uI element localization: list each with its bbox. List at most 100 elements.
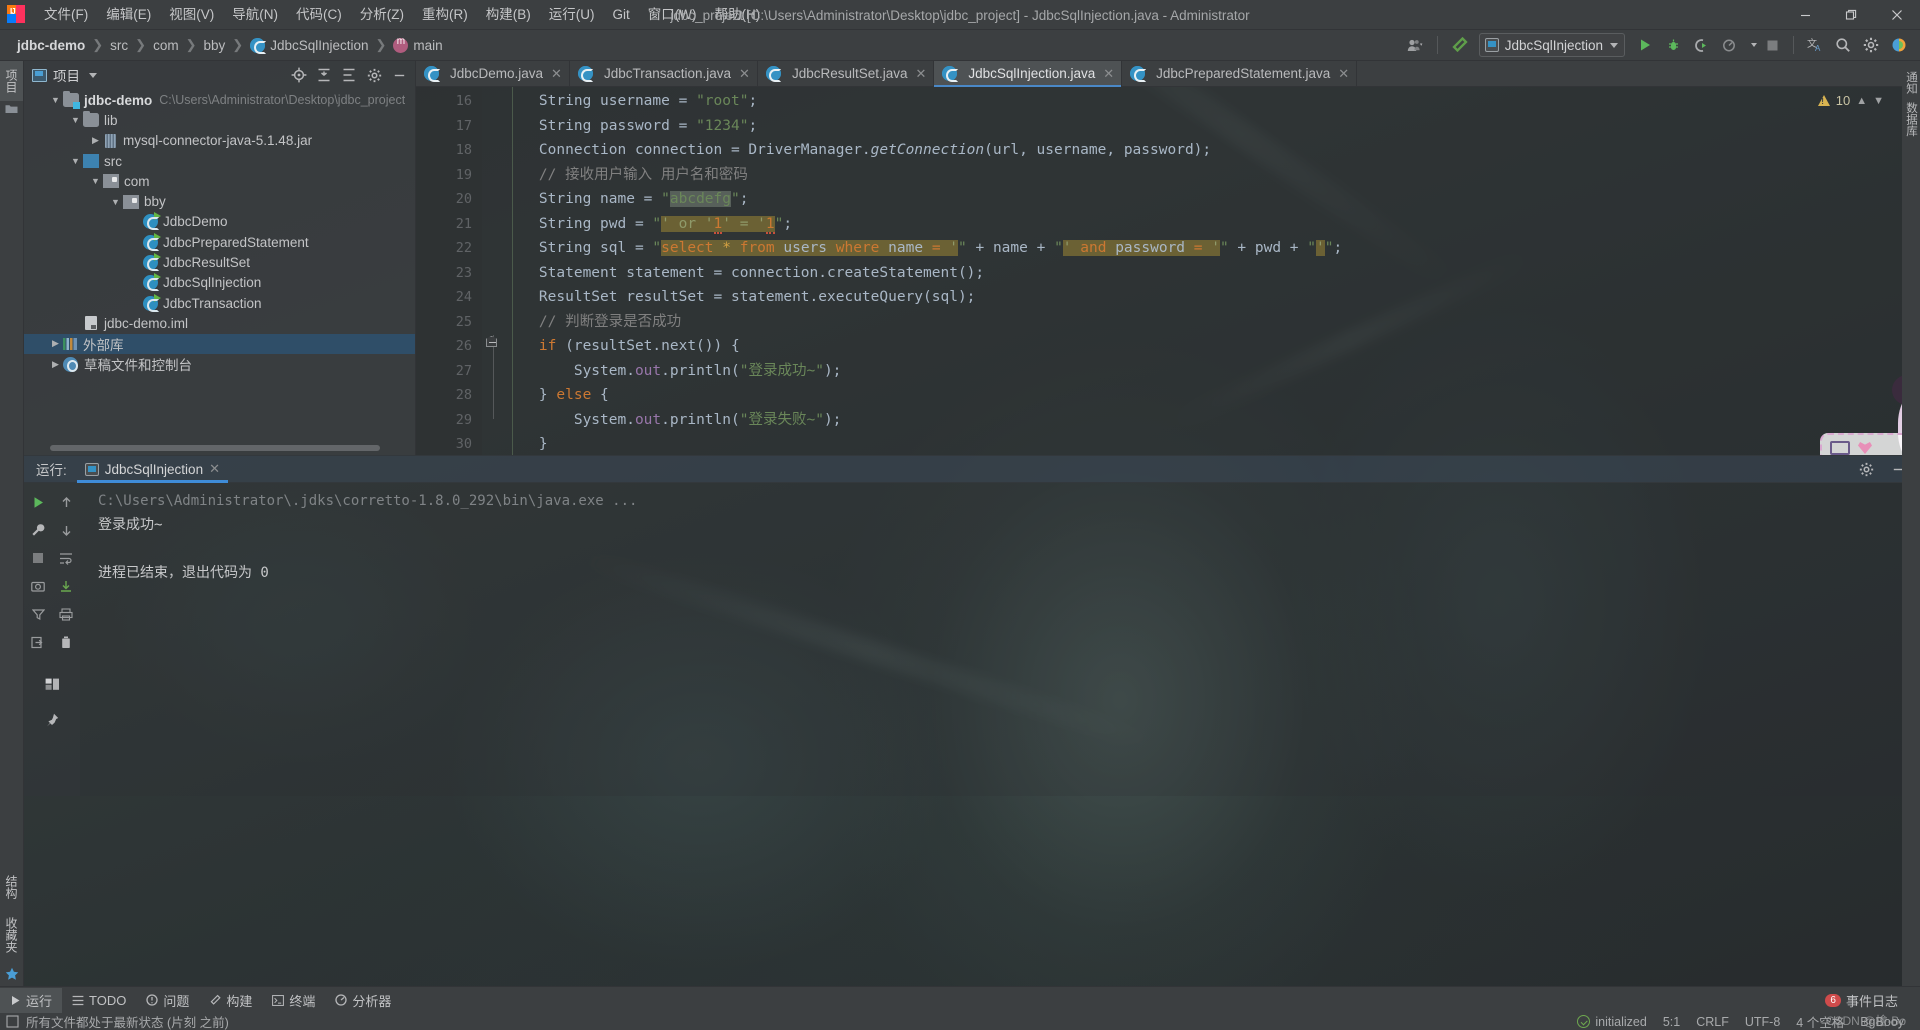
scroll-to-end-icon[interactable] [53, 573, 79, 599]
tree-item-external-libraries[interactable]: ▶ 外部库 [24, 333, 415, 354]
tree-item-jdbcresultset[interactable]: JdbcResultSet [24, 252, 415, 272]
soft-wrap-icon[interactable] [53, 545, 79, 571]
breadcrumb-item-method[interactable]: main [388, 36, 447, 55]
editor-gutter[interactable]: 16 17 18 19 20 21 22 23 24 25 26 27 28 2… [416, 87, 482, 455]
tree-item-jdbc-demo[interactable]: ▼ jdbc-demo C:\Users\Administrator\Deskt… [24, 90, 415, 110]
breadcrumb-item-class[interactable]: JdbcSqlInjection [245, 36, 373, 55]
editor-code[interactable]: String username = "root"; String passwor… [504, 87, 1920, 455]
account-button[interactable] [1403, 33, 1429, 57]
sidebar-item-notifications[interactable]: 通知 [1903, 67, 1919, 98]
tree-item-jdbcdemo[interactable]: JdbcDemo [24, 212, 415, 232]
bottom-tab-todo[interactable]: TODO [62, 990, 136, 1011]
menu-analyze[interactable]: 分析(Z) [351, 3, 413, 27]
chevron-down-icon[interactable]: ▼ [1873, 95, 1884, 107]
wrench-icon[interactable] [25, 517, 51, 543]
chevron-right-icon[interactable]: ▶ [48, 359, 63, 370]
run-tab-jdbcsqlinjection[interactable]: JdbcSqlInjection ✕ [76, 455, 229, 483]
menu-run[interactable]: 运行(U) [540, 3, 604, 27]
tree-item-jdbcsqlinjection[interactable]: JdbcSqlInjection [24, 273, 415, 293]
chevron-right-icon[interactable]: ▶ [88, 135, 103, 146]
updates-button[interactable] [1886, 33, 1912, 57]
project-panel-title[interactable]: 项目 [32, 65, 97, 85]
chevron-down-icon[interactable]: ▼ [48, 95, 63, 105]
vcs-status[interactable]: initialized [1577, 1015, 1647, 1029]
camera-icon[interactable] [25, 573, 51, 599]
file-encoding[interactable]: UTF-8 [1745, 1015, 1780, 1029]
sidebar-item-project[interactable]: 项目 [0, 61, 23, 101]
breadcrumb-item-com[interactable]: com [148, 36, 184, 55]
gear-icon[interactable] [1854, 458, 1878, 480]
stop-icon[interactable] [25, 545, 51, 571]
breadcrumb-item-project[interactable]: jdbc-demo [12, 36, 90, 55]
bottom-tab-run[interactable]: 运行 [0, 987, 63, 1013]
tree-item-jdbctransaction[interactable]: JdbcTransaction [24, 293, 415, 313]
print-icon[interactable] [53, 601, 79, 627]
stop-button[interactable] [1759, 33, 1785, 57]
locate-icon[interactable] [287, 64, 311, 86]
tree-item-bby[interactable]: ▼ bby [24, 191, 415, 211]
run-with-coverage-button[interactable] [1688, 33, 1714, 57]
chevron-up-icon[interactable]: ▲ [1856, 95, 1867, 107]
chevron-down-icon[interactable]: ▼ [108, 197, 123, 207]
tree-item-jdbcpreparedstatement[interactable]: JdbcPreparedStatement [24, 232, 415, 252]
console-output[interactable]: C:\Users\Administrator\.jdks\corretto-1.… [80, 483, 1920, 796]
editor-fold-column[interactable] [482, 87, 504, 455]
line-separator[interactable]: CRLF [1696, 1015, 1729, 1029]
caret-position[interactable]: 5:1 [1663, 1015, 1680, 1029]
build-button[interactable] [1446, 33, 1472, 57]
menu-view[interactable]: 视图(V) [160, 3, 223, 27]
tree-item-scratches[interactable]: ▶ 草稿文件和控制台 [24, 354, 415, 374]
chevron-down-icon[interactable] [1751, 43, 1757, 47]
sidebar-item-favorites[interactable]: 收藏夹 [0, 909, 23, 961]
tab-jdbcresultset[interactable]: JdbcResultSet.java ✕ [757, 61, 935, 86]
search-everywhere-button[interactable] [1830, 33, 1856, 57]
fold-region-icon[interactable] [486, 336, 499, 349]
tree-item-lib[interactable]: ▼ lib [24, 110, 415, 130]
chevron-down-icon[interactable] [89, 72, 97, 78]
profiler-button[interactable] [1716, 33, 1742, 57]
settings-button[interactable] [1858, 33, 1884, 57]
chevron-right-icon[interactable]: ▶ [48, 338, 63, 349]
chevron-down-icon[interactable]: ▼ [68, 115, 83, 125]
breadcrumb-item-src[interactable]: src [105, 36, 133, 55]
filter-icon[interactable] [25, 601, 51, 627]
sidebar-item-structure[interactable] [2, 101, 21, 122]
close-icon[interactable]: ✕ [1103, 66, 1114, 82]
tree-item-jdbc-demo-iml[interactable]: jdbc-demo.iml [24, 313, 415, 333]
tree-item-mysql-connector-jar[interactable]: ▶ mysql-connector-java-5.1.48.jar [24, 131, 415, 151]
menu-refactor[interactable]: 重构(R) [413, 3, 477, 27]
bottom-tab-profiler[interactable]: 分析器 [325, 988, 401, 1013]
layout-icon[interactable] [39, 671, 65, 697]
project-tree-horizontal-scrollbar[interactable] [50, 445, 380, 451]
menu-code[interactable]: 代码(C) [287, 3, 351, 27]
menu-navigate[interactable]: 导航(N) [223, 3, 287, 27]
collapse-all-icon[interactable] [312, 64, 336, 86]
chevron-down-icon[interactable]: ▼ [68, 156, 83, 166]
bottom-tab-build[interactable]: 构建 [199, 988, 262, 1013]
tab-jdbcdemo[interactable]: JdbcDemo.java ✕ [416, 61, 570, 86]
project-tree[interactable]: ▼ jdbc-demo C:\Users\Administrator\Deskt… [24, 89, 415, 455]
pin-icon[interactable] [39, 707, 65, 733]
maximize-button[interactable] [1828, 0, 1874, 30]
run-configuration-selector[interactable]: JdbcSqlInjection [1478, 33, 1625, 57]
bottom-tab-terminal[interactable]: 终端 [262, 988, 325, 1013]
breadcrumb-item-bby[interactable]: bby [199, 36, 231, 55]
inspection-widget[interactable]: 10 ▲ ▼ [1817, 93, 1884, 108]
menu-help[interactable]: 帮助(H) [706, 3, 770, 27]
scroll-down-icon[interactable] [53, 517, 79, 543]
hide-panel-icon[interactable] [387, 64, 411, 86]
tree-item-src[interactable]: ▼ src [24, 151, 415, 171]
chevron-down-icon[interactable]: ▼ [88, 176, 103, 186]
close-icon[interactable]: ✕ [551, 66, 562, 82]
close-icon[interactable]: ✕ [739, 66, 750, 82]
bottom-tab-problems[interactable]: 问题 [136, 988, 199, 1013]
scroll-up-icon[interactable] [53, 489, 79, 515]
menu-file[interactable]: 文件(F) [35, 3, 97, 27]
menu-window[interactable]: 窗口(W) [639, 3, 706, 27]
tab-jdbcsqlinjection[interactable]: JdbcSqlInjection.java ✕ [934, 61, 1123, 87]
sidebar-item-structure-vertical[interactable]: 结构 [0, 867, 23, 907]
debug-button[interactable] [1660, 33, 1686, 57]
close-icon[interactable]: ✕ [209, 461, 220, 477]
tab-jdbctransaction[interactable]: JdbcTransaction.java ✕ [569, 61, 758, 86]
export-icon[interactable] [25, 629, 51, 655]
